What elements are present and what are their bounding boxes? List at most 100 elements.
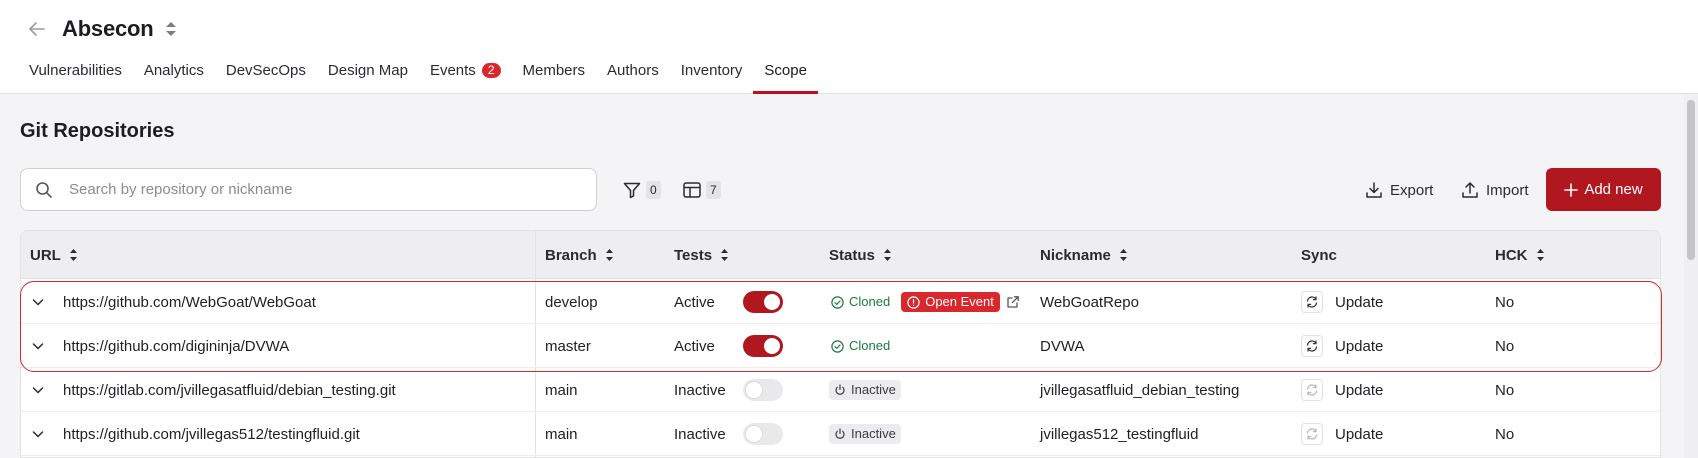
columns-icon (683, 182, 701, 198)
search-input[interactable] (69, 169, 579, 210)
open-event-badge[interactable]: Open Event (901, 292, 1000, 312)
cell-status: Inactive (829, 368, 901, 412)
table-header: URL Branch Tests Status Nickname Sync HC… (21, 231, 1660, 279)
status-badge: Cloned (829, 336, 895, 356)
columns-button[interactable]: 7 (682, 178, 721, 202)
arrow-left-icon[interactable] (26, 18, 48, 40)
sync-update-button[interactable]: Update (1301, 324, 1383, 368)
tab-authors[interactable]: Authors (596, 56, 670, 94)
cell-nickname: jvillegas512_testingfluid (1040, 425, 1199, 443)
cell-status: Cloned Open Event (829, 280, 1020, 324)
search-icon (36, 182, 52, 198)
toggle-knob (764, 338, 780, 354)
chevron-down-icon[interactable] (31, 383, 45, 397)
cell-status: Inactive (829, 412, 901, 456)
scrollbar-thumb[interactable] (1687, 100, 1695, 260)
sort-icon (883, 249, 891, 261)
table-row[interactable]: https://github.com/jvillegas512/testingf… (21, 412, 1660, 456)
column-header-url[interactable]: URL (30, 231, 78, 279)
cell-hck: No (1495, 381, 1515, 399)
chevron-down-icon[interactable] (31, 427, 45, 441)
filter-button[interactable]: 0 (622, 178, 661, 202)
cell-url: https://gitlab.com/jvillegasatfluid/debi… (63, 381, 396, 399)
filter-count: 0 (646, 181, 661, 199)
status-badge: Inactive (829, 424, 901, 444)
sort-icon (721, 249, 729, 261)
tab-scope[interactable]: Scope (753, 56, 818, 94)
cell-branch: develop (545, 293, 598, 311)
status-badge: Cloned (829, 292, 895, 312)
sync-update-button[interactable]: Update (1301, 412, 1383, 456)
tests-toggle[interactable] (743, 335, 783, 357)
sort-icon (605, 249, 613, 261)
cell-status: Cloned (829, 324, 895, 368)
tests-toggle[interactable] (743, 379, 783, 401)
download-icon (1366, 182, 1382, 198)
sort-icon (69, 249, 77, 261)
tests-toggle[interactable] (743, 291, 783, 313)
filter-icon (623, 182, 641, 199)
cell-nickname: jvillegasatfluid_debian_testing (1040, 381, 1240, 399)
status-badge: Inactive (829, 380, 901, 400)
column-header-hck[interactable]: HCK (1495, 231, 1545, 279)
check-circle-icon (831, 295, 844, 309)
tab-members[interactable]: Members (512, 56, 597, 94)
refresh-icon-box (1301, 335, 1323, 357)
sync-update-button[interactable]: Update (1301, 368, 1383, 412)
tab-inventory[interactable]: Inventory (670, 56, 754, 94)
table-row[interactable]: https://github.com/digininja/DVWA master… (21, 324, 1660, 368)
table-row[interactable]: https://github.com/WebGoat/WebGoat devel… (21, 280, 1660, 324)
cell-tests-toggle (743, 368, 783, 412)
add-new-button[interactable]: Add new (1546, 168, 1661, 211)
power-icon (835, 428, 845, 439)
page-title: Absecon (62, 16, 154, 41)
cell-branch: master (545, 337, 591, 355)
external-link-icon[interactable] (1006, 295, 1020, 309)
tab-devsecops[interactable]: DevSecOps (215, 56, 317, 94)
check-circle-icon (831, 339, 844, 353)
toggle-knob (746, 426, 762, 442)
sync-update-button[interactable]: Update (1301, 280, 1383, 324)
columns-count: 7 (706, 181, 721, 199)
cell-url: https://github.com/WebGoat/WebGoat (63, 293, 316, 311)
tab-vulnerabilities[interactable]: Vulnerabilities (18, 56, 133, 94)
tests-toggle[interactable] (743, 423, 783, 445)
upload-icon (1462, 182, 1478, 198)
tab-analytics[interactable]: Analytics (133, 56, 215, 94)
section-title: Git Repositories (20, 120, 175, 142)
alert-circle-icon (907, 295, 920, 309)
chevron-down-icon[interactable] (31, 339, 45, 353)
refresh-icon (1306, 384, 1318, 396)
toggle-knob (746, 382, 762, 398)
cell-branch: main (545, 381, 578, 399)
tab-events[interactable]: Events 2 (419, 56, 512, 94)
sort-icon[interactable] (164, 20, 178, 38)
vertical-scrollbar[interactable] (1684, 94, 1698, 458)
cell-nickname: DVWA (1040, 337, 1085, 355)
search-box (20, 168, 597, 211)
column-header-branch[interactable]: Branch (545, 231, 614, 279)
export-button[interactable]: Export (1364, 178, 1433, 202)
events-count-badge: 2 (481, 63, 501, 78)
tab-bar: Vulnerabilities Analytics DevSecOps Desi… (18, 56, 818, 94)
refresh-icon-box (1301, 423, 1323, 445)
power-icon (835, 384, 845, 395)
tab-design-map[interactable]: Design Map (317, 56, 419, 94)
chevron-down-icon[interactable] (31, 295, 45, 309)
refresh-icon-box (1301, 379, 1323, 401)
table-row[interactable]: https://gitlab.com/jvillegasatfluid/debi… (21, 368, 1660, 412)
column-header-status[interactable]: Status (829, 231, 892, 279)
column-header-nickname[interactable]: Nickname (1040, 231, 1128, 279)
cell-url: https://github.com/digininja/DVWA (63, 337, 290, 355)
refresh-icon (1306, 296, 1318, 308)
column-header-tests[interactable]: Tests (674, 231, 729, 279)
import-button[interactable]: Import (1460, 178, 1529, 202)
refresh-icon (1306, 340, 1318, 352)
page-header: Absecon Vulnerabilities Analytics DevSec… (0, 0, 1698, 94)
toggle-knob (764, 294, 780, 310)
refresh-icon (1306, 428, 1318, 440)
main-content: Git Repositories 0 7 Export Import (0, 94, 1698, 458)
cell-tests: Inactive (674, 425, 726, 443)
column-header-sync: Sync (1301, 246, 1337, 264)
sort-icon (1536, 249, 1544, 261)
